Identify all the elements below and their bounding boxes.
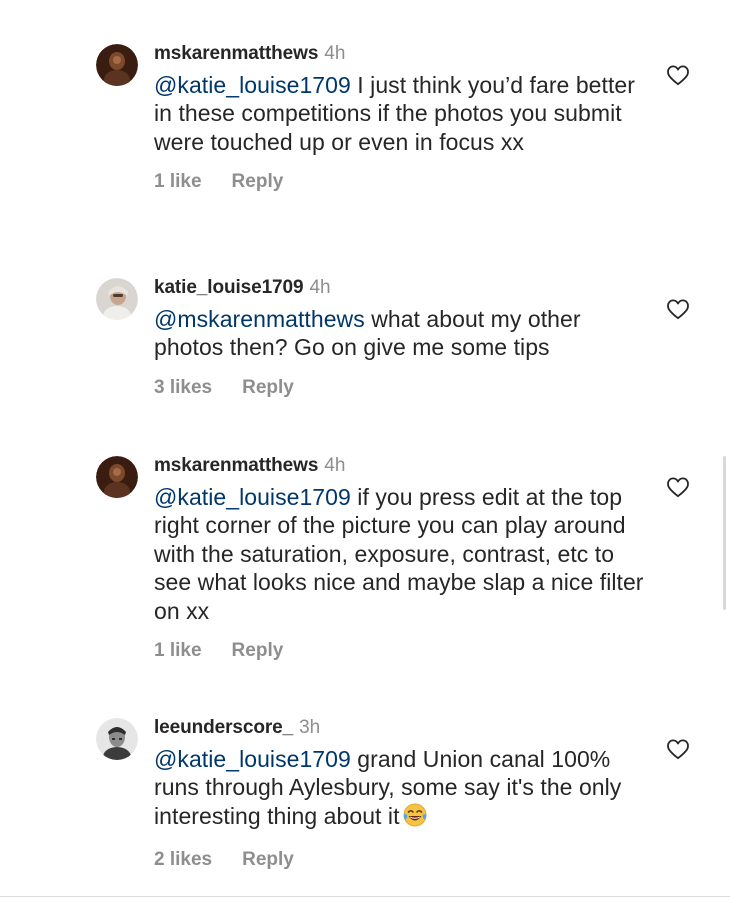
comment-header: leeunderscore_ 3h (154, 716, 654, 740)
username-link[interactable]: mskarenmatthews (154, 455, 318, 476)
timestamp[interactable]: 4h (324, 455, 345, 476)
username-link[interactable]: leeunderscore_ (154, 717, 293, 738)
comment-body: leeunderscore_ 3h @katie_louise1709 grand… (154, 716, 654, 872)
avatar[interactable] (96, 456, 138, 498)
mention-link[interactable]: @katie_louise1709 (154, 484, 351, 510)
timestamp[interactable]: 3h (299, 717, 320, 738)
avatar[interactable] (96, 278, 138, 320)
comment-body: mskarenmatthews 4h @katie_louise1709 if y… (154, 454, 654, 663)
likes-count[interactable]: 1 like (154, 640, 202, 661)
likes-count[interactable]: 1 like (154, 171, 202, 192)
reply-button[interactable]: Reply (242, 377, 294, 398)
reply-button[interactable]: Reply (242, 849, 294, 870)
comment-actions: 1 like Reply (154, 639, 654, 663)
comments-list: mskarenmatthews 4h @katie_louise1709 I ju… (0, 0, 730, 900)
mention-link[interactable]: @katie_louise1709 (154, 746, 351, 772)
divider (0, 896, 730, 897)
username-link[interactable]: mskarenmatthews (154, 43, 318, 64)
comment-text: @katie_louise1709 I just think you’d far… (154, 71, 654, 156)
like-heart-icon[interactable] (666, 64, 690, 86)
comment-body: mskarenmatthews 4h @katie_louise1709 I ju… (154, 42, 654, 194)
comment-actions: 3 likes Reply (154, 376, 654, 400)
comment-text: @katie_louise1709 if you press edit at t… (154, 483, 654, 625)
avatar[interactable] (96, 44, 138, 86)
comment-header: katie_louise1709 4h (154, 276, 654, 300)
reply-button[interactable]: Reply (232, 171, 284, 192)
timestamp[interactable]: 4h (309, 277, 330, 298)
comment-header: mskarenmatthews 4h (154, 454, 654, 478)
likes-count[interactable]: 2 likes (154, 849, 212, 870)
timestamp[interactable]: 4h (324, 43, 345, 64)
comment-text: @mskarenmatthews what about my other pho… (154, 305, 654, 362)
mention-link[interactable]: @katie_louise1709 (154, 72, 351, 98)
likes-count[interactable]: 3 likes (154, 377, 212, 398)
like-heart-icon[interactable] (666, 298, 690, 320)
mention-link[interactable]: @mskarenmatthews (154, 306, 365, 332)
comment-actions: 1 like Reply (154, 170, 654, 194)
comment-actions: 2 likes Reply (154, 848, 654, 872)
like-heart-icon[interactable] (666, 738, 690, 760)
reply-button[interactable]: Reply (232, 640, 284, 661)
comment-text: @katie_louise1709 grand Union canal 100%… (154, 745, 654, 834)
tears-of-joy-emoji-icon (402, 802, 428, 834)
avatar[interactable] (96, 718, 138, 760)
username-link[interactable]: katie_louise1709 (154, 277, 304, 298)
comment-body: katie_louise1709 4h @mskarenmatthews what… (154, 276, 654, 400)
comment-header: mskarenmatthews 4h (154, 42, 654, 66)
like-heart-icon[interactable] (666, 476, 690, 498)
scrollbar[interactable] (723, 456, 726, 610)
